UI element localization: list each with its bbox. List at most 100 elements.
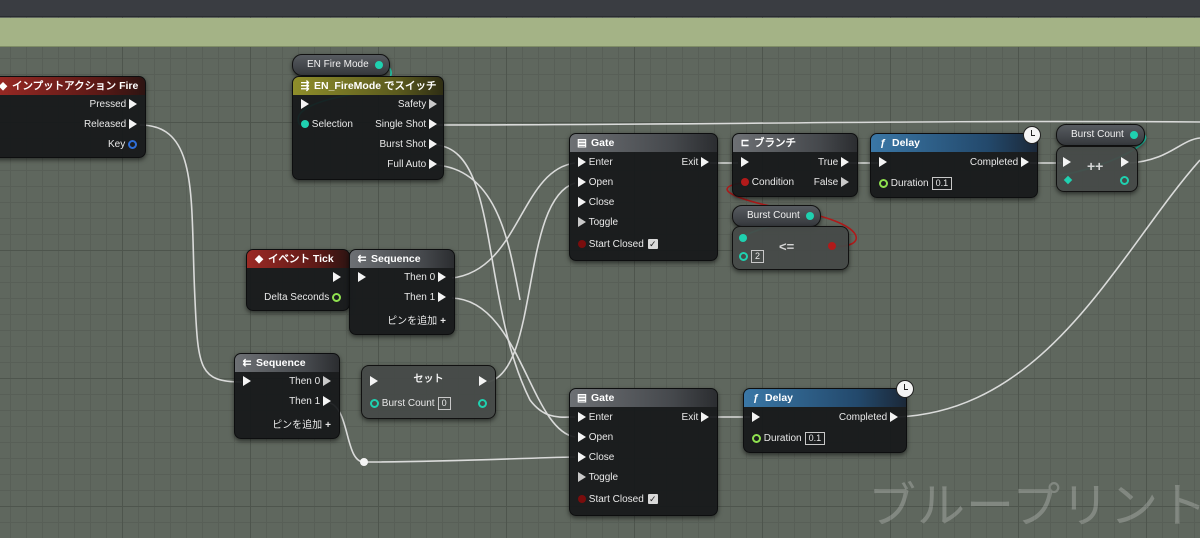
delay1-duration-pin[interactable]	[879, 178, 888, 188]
sequence-2-then1-pin[interactable]	[323, 396, 331, 407]
delta-seconds-label: Delta Seconds	[264, 292, 330, 303]
delay1-completed-pin[interactable]	[1021, 157, 1029, 168]
function-icon: ƒ	[880, 137, 886, 149]
delay2-completed-pin[interactable]	[890, 412, 898, 423]
duration-label: Duration	[890, 178, 929, 189]
increment-exec-in[interactable]	[1063, 157, 1071, 168]
sequence-2-exec-in[interactable]	[243, 376, 251, 387]
comment-box-header[interactable]	[0, 18, 1200, 47]
fire-mode-output-pin[interactable]	[374, 61, 383, 69]
sequence-1-then0-pin[interactable]	[438, 272, 446, 283]
sequence-1-exec-in[interactable]	[358, 272, 366, 283]
single-shot-exec-out[interactable]	[429, 119, 437, 130]
set-value-field[interactable]: 0	[437, 397, 451, 410]
increment-exec-out[interactable]	[1121, 157, 1129, 168]
start-closed-checkbox[interactable]: ✓	[647, 239, 658, 250]
pressed-exec-pin[interactable]	[129, 99, 137, 110]
sequence-2-then0-pin[interactable]	[323, 376, 331, 387]
completed-label: Completed	[838, 412, 888, 423]
gate2-close-pin[interactable]	[578, 452, 586, 463]
switch-exec-in[interactable]	[301, 99, 309, 110]
increment-ref-pin[interactable]	[1063, 175, 1073, 185]
key-label: Key	[107, 139, 126, 150]
switch-on-firemode-node[interactable]: ⇶ EN_FireMode でスイッチ Selection Safety Sing…	[292, 76, 444, 180]
sequence-1-then1-pin[interactable]	[438, 292, 446, 303]
branch-exec-in[interactable]	[741, 157, 749, 168]
set-exec-out[interactable]	[479, 376, 487, 387]
compare-result-pin[interactable]	[828, 242, 836, 251]
safety-exec-out[interactable]	[429, 99, 437, 110]
gate2-open-pin[interactable]	[578, 432, 586, 443]
burst-count-variable-node-2[interactable]: Burst Count	[1056, 124, 1145, 146]
burst-count-variable-node-1[interactable]: Burst Count	[732, 205, 821, 227]
burst-count-var-label: Burst Count	[747, 210, 800, 221]
gate2-start-closed-pin[interactable]	[578, 495, 586, 504]
exit-label: Exit	[681, 412, 699, 423]
burst-count-output-pin[interactable]	[805, 212, 814, 220]
close-label: Close	[588, 452, 615, 463]
fire-mode-variable-node[interactable]: EN Fire Mode	[292, 54, 390, 76]
key-struct-pin[interactable]	[128, 139, 137, 149]
gate1-open-pin[interactable]	[578, 177, 586, 188]
less-equal-compare-node[interactable]: 2 <=	[732, 226, 849, 270]
wire-delay2-loop	[897, 159, 1200, 418]
delay-node-2[interactable]: ƒ Delay Completed Duration 0.1	[743, 388, 907, 453]
gate1-start-closed-pin[interactable]	[578, 240, 586, 249]
compare-a-pin[interactable]	[739, 234, 747, 243]
gate2-enter-pin[interactable]	[578, 412, 586, 423]
gate-node-1[interactable]: ▤ Gate Enter Exit Open Close Toggle Start…	[569, 133, 718, 261]
sequence-icon: ⇇	[357, 253, 367, 265]
increment-out-pin[interactable]	[1120, 175, 1129, 185]
delay2-duration-pin[interactable]	[752, 433, 761, 443]
add-pin-button[interactable]: ピンを追加	[387, 316, 437, 327]
start-closed-label: Start Closed	[588, 494, 644, 505]
exit-label: Exit	[681, 157, 699, 168]
increment-node[interactable]: ++	[1056, 146, 1138, 192]
input-action-fire-node[interactable]: ◆ インプットアクション Fire Pressed Released Key	[0, 76, 146, 158]
burst-count-output-pin[interactable]	[1129, 131, 1138, 139]
add-pin-button[interactable]: ピンを追加	[272, 420, 322, 431]
fire-mode-var-label: EN Fire Mode	[307, 59, 369, 70]
start-closed-checkbox[interactable]: ✓	[647, 494, 658, 505]
blueprint-graph-canvas[interactable]: ◆ インプットアクション Fire Pressed Released Key EN…	[0, 0, 1200, 538]
condition-pin[interactable]	[741, 178, 749, 187]
gate1-exit-pin[interactable]	[701, 157, 709, 168]
gate2-exit-pin[interactable]	[701, 412, 709, 423]
compare-value-field[interactable]: 2	[751, 250, 765, 263]
event-tick-title: イベント Tick	[268, 253, 334, 265]
delay2-exec-in[interactable]	[752, 412, 760, 423]
full-auto-exec-out[interactable]	[429, 159, 437, 170]
compare-operator-label: <=	[779, 239, 795, 254]
wire-released-to-sequence	[139, 124, 243, 383]
false-label: False	[813, 177, 839, 188]
selection-pin[interactable]	[301, 120, 309, 129]
gate1-enter-pin[interactable]	[578, 157, 586, 168]
branch-node[interactable]: ⊏ ブランチ True Condition False	[732, 133, 858, 197]
plus-icon[interactable]: +	[325, 420, 331, 431]
delay1-exec-in[interactable]	[879, 157, 887, 168]
plus-icon[interactable]: +	[440, 316, 446, 327]
sequence-node-1[interactable]: ⇇ Sequence Then 0 Then 1 ピンを追加 +	[349, 249, 455, 335]
gate1-toggle-pin[interactable]	[578, 217, 586, 228]
gate-node-2[interactable]: ▤ Gate Enter Exit Open Close Toggle Start…	[569, 388, 718, 516]
set-exec-in[interactable]	[370, 376, 378, 387]
delta-seconds-pin[interactable]	[332, 292, 341, 302]
delay-node-1[interactable]: ƒ Delay Completed Duration 0.1	[870, 133, 1038, 198]
released-exec-pin[interactable]	[129, 119, 137, 130]
event-tick-node[interactable]: ◆ イベント Tick Delta Seconds	[246, 249, 350, 311]
burst-count-input-pin[interactable]	[370, 398, 379, 408]
tick-exec-out[interactable]	[333, 272, 341, 283]
gate1-close-pin[interactable]	[578, 197, 586, 208]
delay2-duration-field[interactable]: 0.1	[804, 432, 826, 445]
branch-false-pin[interactable]	[841, 177, 849, 188]
function-icon: ƒ	[753, 392, 759, 404]
compare-b-pin[interactable]	[739, 251, 748, 261]
gate2-toggle-pin[interactable]	[578, 472, 586, 483]
true-label: True	[818, 157, 839, 168]
burst-shot-exec-out[interactable]	[429, 139, 437, 150]
set-output-pin[interactable]	[478, 398, 487, 408]
branch-true-pin[interactable]	[841, 157, 849, 168]
set-burst-count-node[interactable]: セット Burst Count 0	[361, 365, 496, 419]
delay1-duration-field[interactable]: 0.1	[931, 177, 953, 190]
sequence-node-2[interactable]: ⇇ Sequence Then 0 Then 1 ピンを追加 +	[234, 353, 340, 439]
